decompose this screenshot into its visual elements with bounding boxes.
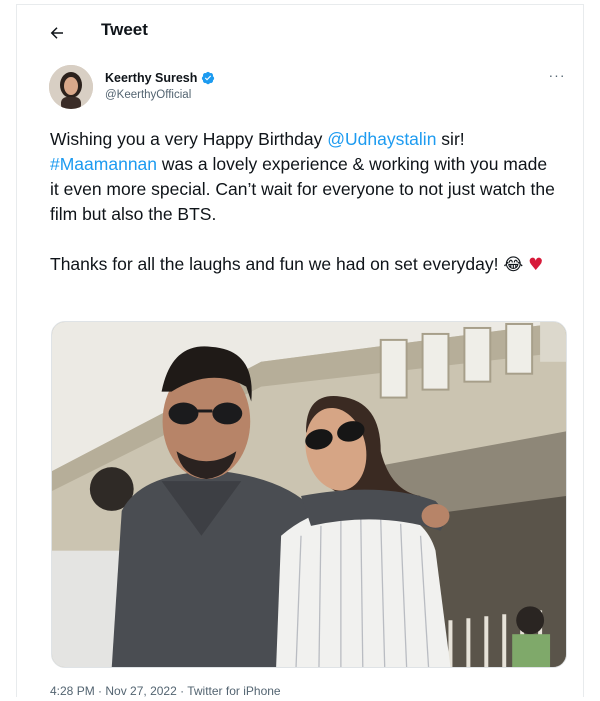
tweet-text-part: Thanks for all the laughs and fun we had… (50, 254, 504, 274)
page-header: Tweet (17, 5, 583, 57)
display-name-row: Keerthy Suresh (105, 71, 215, 85)
display-name[interactable]: Keerthy Suresh (105, 71, 197, 85)
heart-emoji-icon: ♥ (528, 255, 544, 275)
page-title: Tweet (101, 20, 148, 39)
author-handle[interactable]: @KeerthyOfficial (105, 89, 215, 101)
arrow-left-icon (50, 27, 63, 39)
meta-separator: · (176, 684, 188, 698)
tweet-author: Keerthy Suresh @KeerthyOfficial ··· (49, 65, 569, 113)
tweet-paragraph-2: Thanks for all the laughs and fun we had… (50, 252, 560, 278)
tweet-text-part: Wishing you a very Happy Birthday (50, 129, 328, 149)
tweet-text: Wishing you a very Happy Birthday @Udhay… (50, 127, 560, 278)
back-button[interactable] (41, 17, 73, 49)
laughing-emoji-icon: 😂 (503, 255, 524, 275)
verified-badge-icon (202, 71, 215, 85)
tweet-text-part: sir! (436, 129, 465, 149)
tweet-time-link[interactable]: 4:28 PM (50, 684, 95, 698)
author-names: Keerthy Suresh @KeerthyOfficial (105, 71, 215, 101)
tweet-photo[interactable] (51, 321, 567, 668)
avatar[interactable] (49, 65, 93, 109)
tweet-paragraph-1: Wishing you a very Happy Birthday @Udhay… (50, 127, 560, 227)
tweet-date-link[interactable]: Nov 27, 2022 (105, 684, 176, 698)
mention-link[interactable]: @Udhaystalin (327, 129, 436, 149)
more-horizontal-icon: ··· (548, 67, 566, 83)
tweet-page: Tweet Keerthy Suresh @KeerthyOfficial ··… (16, 4, 584, 698)
more-options-button[interactable]: ··· (545, 67, 569, 87)
tweet-source-link[interactable]: Twitter for iPhone (187, 684, 280, 698)
tweet-meta: 4:28 PM · Nov 27, 2022 · Twitter for iPh… (50, 684, 281, 698)
hashtag-link[interactable]: #Maamannan (50, 154, 157, 174)
meta-separator: · (94, 684, 106, 698)
